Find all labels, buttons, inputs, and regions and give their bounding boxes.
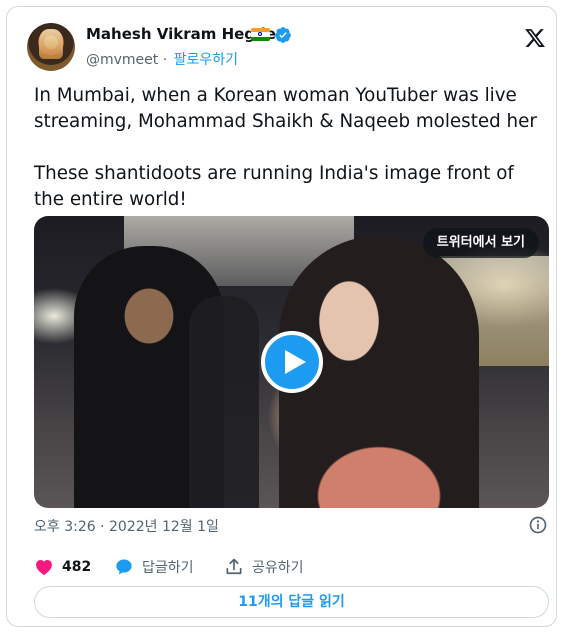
read-replies-button[interactable]: 11개의 답글 읽기 xyxy=(34,586,549,618)
play-icon xyxy=(285,350,306,374)
share-label: 공유하기 xyxy=(252,560,304,576)
tweet-text: In Mumbai, when a Korean woman YouTuber … xyxy=(34,83,549,213)
flag-india-icon xyxy=(251,28,270,41)
follow-button[interactable]: 팔로우하기 xyxy=(174,52,238,68)
handle-row: @mvmeet · 팔로우하기 xyxy=(86,49,238,69)
author-name[interactable]: Mahesh Vikram Hegde xyxy=(86,25,276,43)
avatar[interactable] xyxy=(27,23,75,71)
tweet-paragraph-1: In Mumbai, when a Korean woman YouTuber … xyxy=(34,85,537,132)
info-icon[interactable] xyxy=(528,515,548,535)
share-button[interactable]: 공유하기 xyxy=(224,555,304,579)
tweet-card: Mahesh Vikram Hegde @mvmeet · 팔로우하기 In M… xyxy=(6,6,557,627)
x-logo-icon[interactable] xyxy=(524,27,546,49)
reply-bubble-icon xyxy=(116,559,132,575)
like-button[interactable]: 482 xyxy=(34,555,91,579)
share-icon xyxy=(226,558,242,575)
likes-count: 482 xyxy=(62,559,92,575)
verified-badge-icon xyxy=(275,27,291,43)
author-handle[interactable]: @mvmeet xyxy=(86,52,158,68)
tweet-paragraph-2: These shantidoots are running India's im… xyxy=(34,163,514,210)
timestamp[interactable]: 오후 3:26 · 2022년 12월 1일 xyxy=(34,516,219,536)
handle-separator: · xyxy=(162,52,168,68)
heart-icon xyxy=(36,560,52,575)
reply-label: 답글하기 xyxy=(142,560,194,576)
play-button[interactable] xyxy=(261,331,323,393)
reply-button[interactable]: 답글하기 xyxy=(114,555,194,579)
view-on-twitter-button[interactable]: 트위터에서 보기 xyxy=(422,228,539,258)
video-player[interactable]: 트위터에서 보기 xyxy=(34,216,549,508)
